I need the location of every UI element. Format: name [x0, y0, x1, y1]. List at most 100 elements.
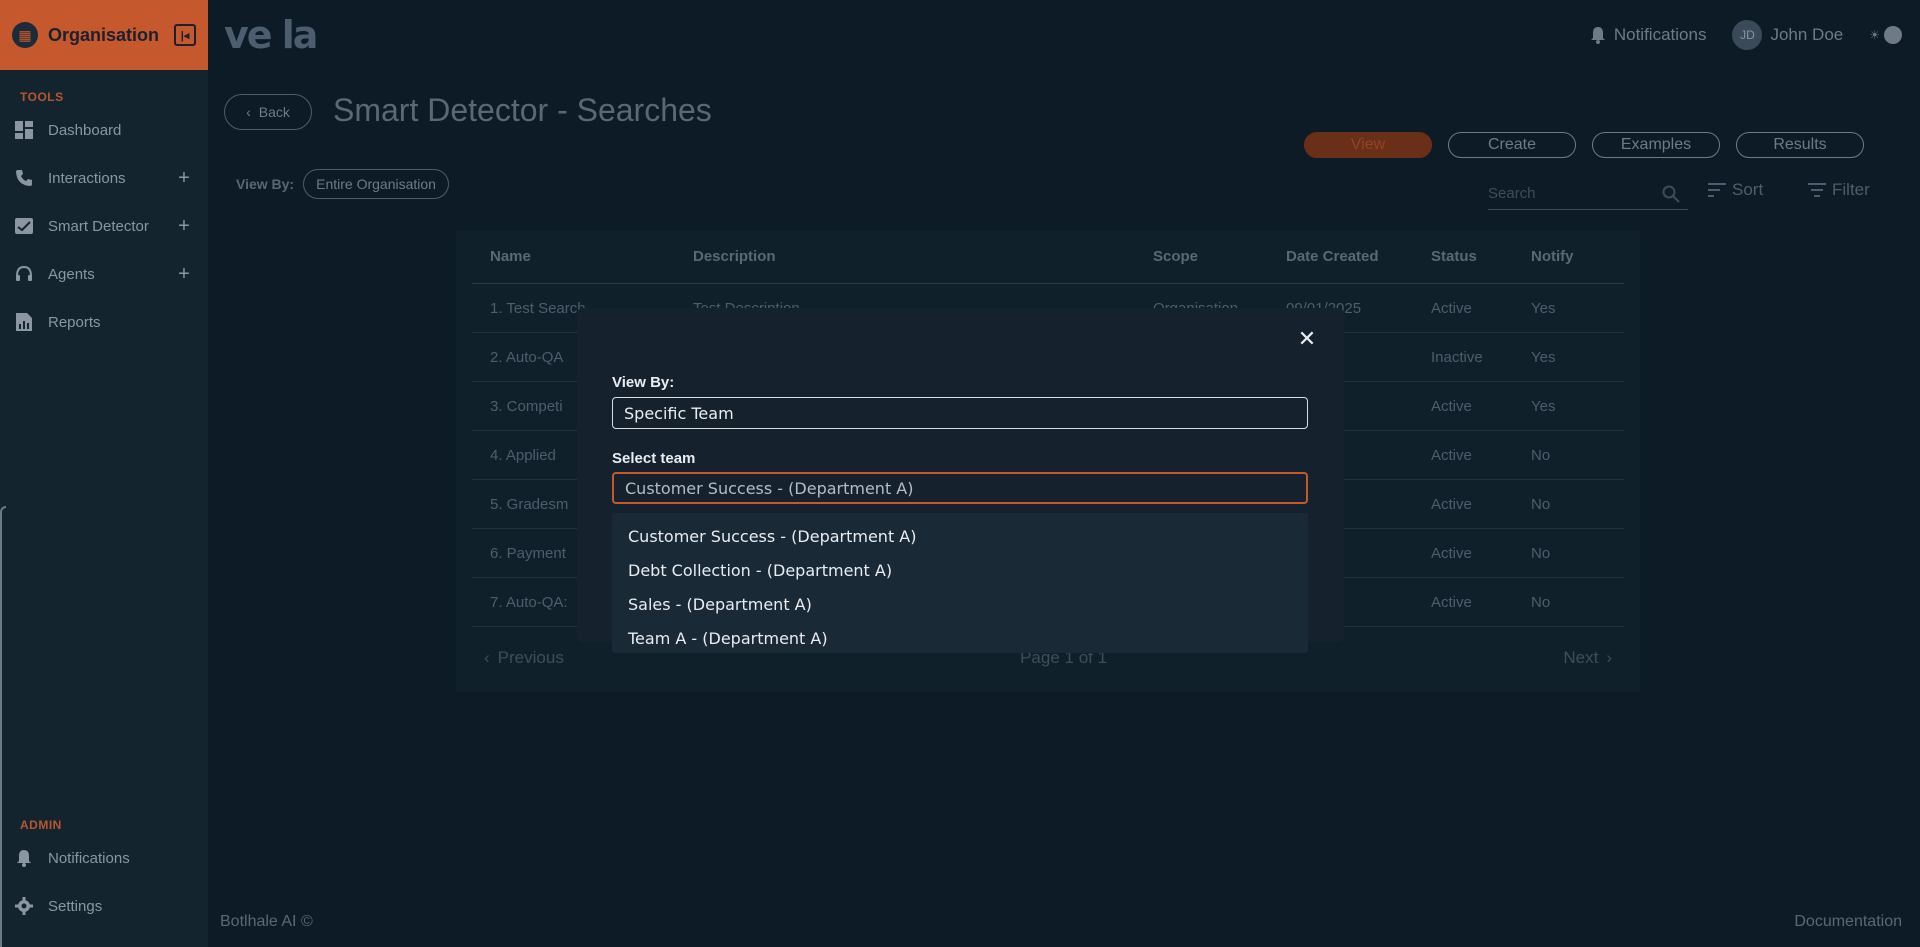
column-header-description[interactable]: Description [693, 248, 1153, 265]
avatar: JD [1732, 20, 1763, 50]
back-button[interactable]: ‹ Back [224, 94, 312, 130]
tab-create[interactable]: Create [1448, 132, 1576, 158]
cell-status: Active [1431, 495, 1472, 513]
cell-status: Active [1431, 446, 1472, 464]
cell-notify: Yes [1531, 299, 1556, 317]
footer-copyright: Botlhale AI © [220, 913, 313, 930]
collapse-sidebar-icon[interactable]: |◂ [174, 24, 196, 46]
column-header-status[interactable]: Status [1431, 248, 1531, 265]
toggle-knob [1884, 26, 1902, 44]
cell-notify: Yes [1531, 348, 1556, 366]
previous-label: Previous [497, 648, 564, 667]
admin-section-label: ADMIN [20, 818, 62, 832]
sidebar-item-dashboard[interactable]: Dashboard [0, 106, 208, 154]
column-header-notify[interactable]: Notify [1531, 248, 1611, 265]
team-select-input[interactable]: Customer Success - (Department A) [612, 472, 1308, 504]
expand-interactions-icon[interactable]: + [174, 167, 194, 190]
tools-section-label: TOOLS [20, 90, 64, 104]
previous-page-button[interactable]: ‹ Previous [484, 648, 564, 668]
building-icon: ▦ [12, 22, 38, 48]
view-by-filter: View By: Entire Organisation [236, 169, 449, 199]
theme-toggle[interactable]: ☀ [1869, 26, 1902, 44]
notifications-button[interactable]: Notifications [1590, 25, 1707, 45]
phone-icon [14, 168, 34, 188]
sidebar-item-notifications[interactable]: Notifications [0, 834, 208, 882]
filter-icon [1808, 183, 1826, 197]
cell-notify: No [1531, 544, 1551, 562]
dashboard-icon [14, 120, 34, 140]
cell-status: Active [1431, 397, 1472, 415]
cell-status: Active [1431, 299, 1472, 317]
sort-icon [1708, 183, 1726, 197]
cell-notify: No [1531, 446, 1551, 464]
sidebar-item-label: Interactions [48, 169, 126, 187]
sort-button[interactable]: Sort [1708, 180, 1763, 200]
documentation-link[interactable]: Documentation [1794, 913, 1902, 931]
cell-notify: No [1531, 593, 1551, 611]
view-by-select[interactable]: Specific Team [612, 397, 1308, 429]
view-by-label: View By: [236, 176, 295, 192]
sidebar-item-label: Notifications [48, 849, 130, 867]
view-by-button[interactable]: Entire Organisation [303, 169, 449, 199]
column-header-scope[interactable]: Scope [1153, 248, 1286, 265]
tabs: View Create Examples Results [1304, 132, 1864, 158]
sidebar-item-settings[interactable]: Settings [0, 882, 208, 930]
sidebar-item-label: Smart Detector [48, 217, 149, 235]
left-edge-divider [0, 506, 6, 947]
dropdown-option[interactable]: Team A - (Department A) [612, 621, 1308, 655]
expand-smart-detector-icon[interactable]: + [174, 215, 194, 238]
sidebar-item-interactions[interactable]: Interactions + [0, 154, 208, 202]
dropdown-option[interactable]: Sales - (Department A) [612, 587, 1308, 621]
next-page-button[interactable]: Next › [1563, 648, 1612, 668]
report-icon [14, 312, 34, 332]
topbar: ve la Notifications JD John Doe ☀ [208, 0, 1920, 70]
expand-agents-icon[interactable]: + [174, 263, 194, 286]
tab-examples[interactable]: Examples [1592, 132, 1720, 158]
search-icon [1662, 185, 1680, 203]
team-dropdown: Customer Success - (Department A) Debt C… [612, 513, 1308, 653]
sidebar-item-smart-detector[interactable]: Smart Detector + [0, 202, 208, 250]
bell-icon [14, 848, 34, 868]
back-label: Back [258, 104, 290, 120]
bell-icon [1590, 27, 1605, 44]
sidebar-item-label: Settings [48, 897, 103, 915]
sidebar: ▦ Organisation |◂ TOOLS Dashboard Intera… [0, 0, 208, 947]
next-label: Next [1563, 648, 1599, 667]
table-header: Name Description Scope Date Created Stat… [472, 230, 1624, 284]
cell-notify: No [1531, 495, 1551, 513]
notifications-label: Notifications [1613, 25, 1707, 44]
search-placeholder: Search [1488, 185, 1536, 202]
sidebar-item-agents[interactable]: Agents + [0, 250, 208, 298]
gear-icon [14, 896, 34, 916]
org-header[interactable]: ▦ Organisation |◂ [0, 0, 208, 70]
filter-label: Filter [1832, 180, 1870, 199]
column-header-name[interactable]: Name [472, 248, 693, 265]
cell-status: Inactive [1431, 348, 1483, 366]
user-name: John Doe [1770, 25, 1844, 44]
modal-view-by-label: View By: [612, 374, 675, 391]
sort-label: Sort [1732, 180, 1764, 199]
filter-button[interactable]: Filter [1808, 180, 1870, 200]
tab-view[interactable]: View [1304, 132, 1432, 158]
cell-notify: Yes [1531, 397, 1556, 415]
close-icon[interactable]: ✕ [1296, 326, 1318, 351]
sidebar-item-reports[interactable]: Reports [0, 298, 208, 346]
cell-status: Active [1431, 593, 1472, 611]
dropdown-option[interactable]: Customer Success - (Department A) [612, 519, 1308, 553]
detector-icon [14, 216, 34, 236]
sidebar-item-label: Dashboard [48, 121, 122, 139]
org-name: Organisation [48, 24, 160, 45]
app-logo[interactable]: ve la [224, 13, 318, 57]
cell-status: Active [1431, 544, 1472, 562]
sidebar-item-label: Reports [48, 313, 101, 331]
chevron-right-icon: › [1606, 648, 1612, 667]
dropdown-option[interactable]: Debt Collection - (Department A) [612, 553, 1308, 587]
column-header-date[interactable]: Date Created [1286, 248, 1431, 265]
page-title: Smart Detector - Searches [333, 92, 712, 128]
sidebar-item-label: Agents [48, 265, 95, 283]
tab-results[interactable]: Results [1736, 132, 1864, 158]
chevron-left-icon: ‹ [246, 104, 251, 120]
user-menu[interactable]: JD John Doe [1732, 20, 1843, 50]
chevron-left-icon: ‹ [484, 648, 490, 667]
search-input[interactable]: Search [1488, 178, 1688, 210]
